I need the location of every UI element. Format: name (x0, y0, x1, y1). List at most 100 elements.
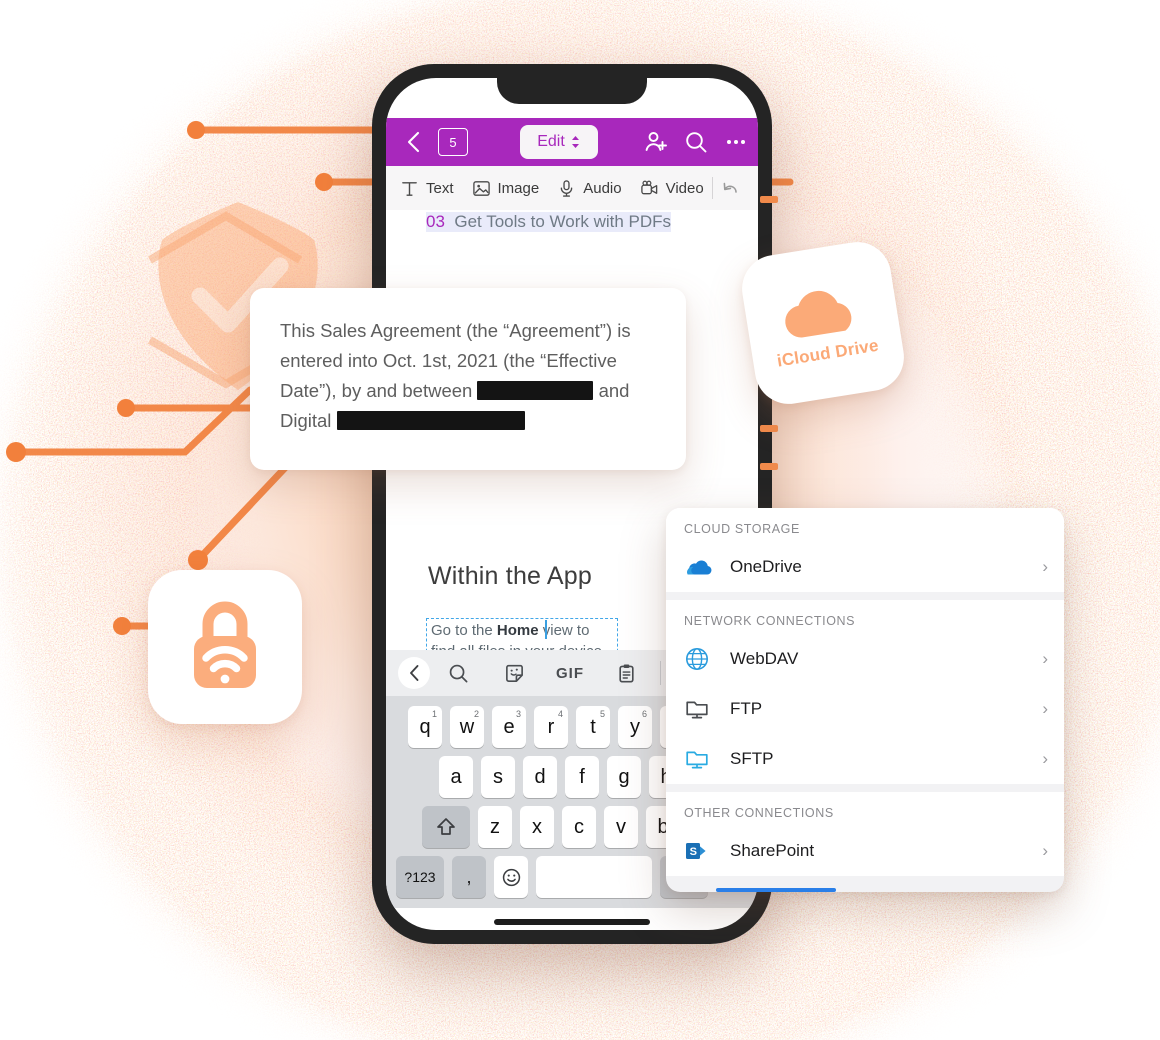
trace-tick-1 (760, 196, 778, 203)
tool-text[interactable]: Text (400, 179, 454, 198)
chevron-right-icon: › (1042, 841, 1048, 860)
key-y[interactable]: y6 (618, 706, 652, 748)
phone-notch (497, 64, 647, 104)
smiley-icon (502, 868, 520, 886)
more-horizontal-icon[interactable] (724, 130, 748, 154)
tool-audio[interactable]: Audio (557, 179, 622, 198)
key-z[interactable]: z (478, 806, 512, 848)
video-camera-tool-icon (640, 180, 657, 194)
document-outline-line: 03 Get Tools to Work with PDFs (426, 212, 672, 232)
key-v[interactable]: v (604, 806, 638, 848)
keyboard-search-button[interactable] (430, 663, 486, 684)
trace-tick-2 (760, 425, 778, 432)
key-w[interactable]: w2 (450, 706, 484, 748)
toolbar-divider (711, 177, 713, 199)
app-bar: 5 Edit (386, 118, 758, 166)
key-shift[interactable] (422, 806, 470, 848)
key-c[interactable]: c (562, 806, 596, 848)
panel-group-cloud-storage: CLOUD STORAGE OneDrive › (666, 508, 1064, 592)
globe-icon (684, 646, 718, 672)
chevron-right-icon: › (1042, 699, 1048, 718)
panel-row-webdav[interactable]: WebDAV › (666, 634, 1064, 684)
tool-video[interactable]: Video (640, 179, 704, 198)
edit-button-label: Edit (537, 133, 565, 150)
text-caret (545, 620, 547, 639)
key-d[interactable]: d (523, 756, 557, 798)
search-icon (449, 664, 467, 682)
text-tool-icon (402, 181, 417, 196)
app-bar-actions (644, 118, 748, 166)
shift-arrow-icon (437, 818, 455, 835)
ftp-monitor-icon (684, 697, 718, 721)
key-s[interactable]: s (481, 756, 515, 798)
panel-row-ftp[interactable]: FTP › (666, 684, 1064, 734)
tool-audio-label: Audio (583, 179, 622, 197)
chevron-right-icon: › (1042, 749, 1048, 768)
connections-panel[interactable]: CLOUD STORAGE OneDrive › NETWORK CONNECT… (666, 508, 1064, 892)
icloud-drive-badge: iCloud Drive (737, 237, 909, 409)
document-excerpt-card: This Sales Agreement (the “Agreement”) i… (250, 288, 686, 470)
keyboard-toolbar-divider (660, 661, 661, 685)
key-emoji[interactable] (494, 856, 528, 898)
image-tool-icon (472, 180, 490, 196)
panel-row-sftp[interactable]: SFTP › (666, 734, 1064, 784)
document-textbox-line-1: Go to the Home view to (431, 622, 590, 639)
keyboard-toolbar-icons: GIF (430, 661, 661, 685)
sharepoint-icon: S (684, 839, 718, 863)
panel-row-label: SFTP (730, 749, 774, 768)
edit-mode-button[interactable]: Edit (520, 125, 598, 159)
keyboard-sticker-button[interactable] (486, 663, 542, 684)
key-r[interactable]: r4 (534, 706, 568, 748)
lock-wifi-icon (194, 601, 256, 688)
tool-video-label: Video (665, 179, 704, 197)
secure-wifi-badge (148, 570, 302, 724)
panel-row-label: OneDrive (730, 557, 802, 576)
excerpt-line-3: Date”), by and between and (280, 380, 630, 401)
tool-image[interactable]: Image (472, 179, 539, 198)
keyboard-back-button[interactable] (398, 657, 430, 689)
key-q[interactable]: q1 (408, 706, 442, 748)
trace-tick-3 (760, 463, 778, 470)
sticker-icon (505, 664, 523, 682)
panel-group-network-connections: NETWORK CONNECTIONS WebDAV › FTP › SFTP … (666, 600, 1064, 784)
svg-text:S: S (690, 846, 697, 858)
key-t[interactable]: t5 (576, 706, 610, 748)
key-space[interactable] (536, 856, 652, 898)
chevron-right-icon: › (1042, 649, 1048, 668)
search-icon[interactable] (684, 130, 708, 154)
microphone-tool-icon (560, 179, 573, 197)
keyboard-clipboard-button[interactable] (598, 663, 654, 684)
screenshot-canvas: 5 Edit Text Image Audio Video 03 Get Too… (0, 0, 1160, 1040)
person-add-icon[interactable] (644, 130, 668, 154)
back-button[interactable] (400, 129, 426, 155)
key-f[interactable]: f (565, 756, 599, 798)
key-g[interactable]: g (607, 756, 641, 798)
panel-separator-1 (666, 592, 1064, 600)
home-indicator (494, 919, 650, 925)
panel-group-other-connections: OTHER CONNECTIONS S SharePoint › (666, 792, 1064, 876)
panel-header-cloud-storage: CLOUD STORAGE (666, 508, 1064, 542)
keyboard-gif-button[interactable]: GIF (542, 665, 598, 682)
sftp-monitor-icon (684, 747, 718, 771)
document-outline-text: Get Tools to Work with PDFs (454, 212, 672, 231)
panel-row-sharepoint[interactable]: S SharePoint › (666, 826, 1064, 876)
undo-icon[interactable] (721, 178, 741, 198)
redacted-block-2 (336, 411, 525, 430)
panel-row-label: FTP (730, 699, 763, 718)
key-comma[interactable]: , (452, 856, 486, 898)
tool-text-label: Text (426, 179, 454, 197)
document-section-title: Within the App (428, 562, 593, 590)
key-x[interactable]: x (520, 806, 554, 848)
panel-separator-2 (666, 784, 1064, 792)
clipboard-icon (618, 664, 634, 683)
panel-row-onedrive[interactable]: OneDrive › (666, 542, 1064, 592)
key-numeric-switch[interactable]: ?123 (396, 856, 444, 898)
key-a[interactable]: a (439, 756, 473, 798)
excerpt-line-1: This Sales Agreement (the “Agreement”) i… (280, 320, 631, 341)
page-count-badge[interactable]: 5 (438, 128, 468, 156)
panel-row-label: WebDAV (730, 649, 799, 668)
key-e[interactable]: e3 (492, 706, 526, 748)
blue-accent-strip (716, 888, 836, 892)
chevron-updown-icon (571, 136, 579, 148)
panel-row-label: SharePoint (730, 841, 815, 860)
